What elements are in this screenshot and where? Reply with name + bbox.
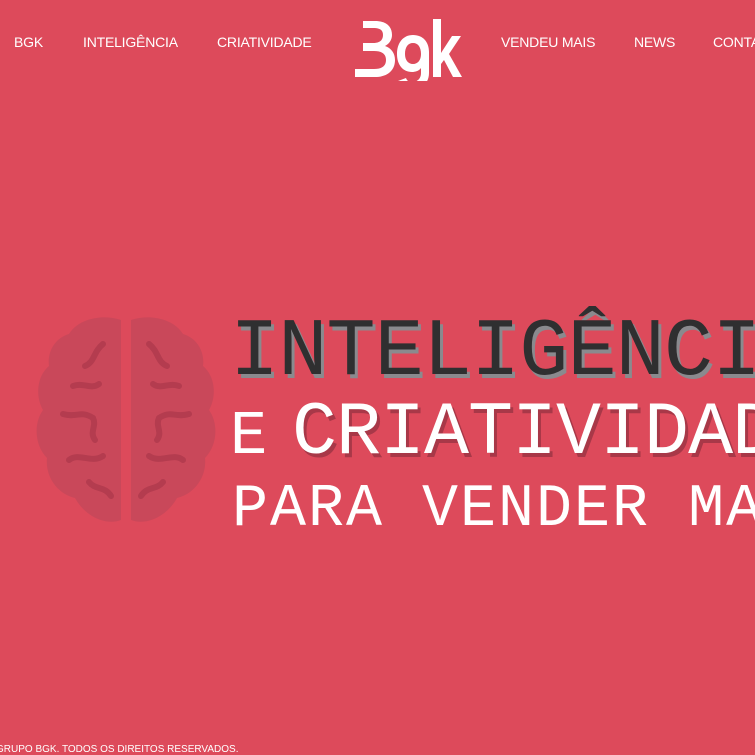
headline-line-e: E <box>230 401 268 472</box>
headline-line-para-vender-mais: PARA VENDER MAIS <box>232 476 755 544</box>
nav-link-bgk[interactable]: BGK <box>14 34 43 50</box>
landing-page: BGK INTELIGÊNCIA CRIATIVIDADE VENDEU MAI… <box>0 0 755 755</box>
nav-link-inteligencia[interactable]: INTELIGÊNCIA <box>83 34 178 50</box>
nav-link-vendeu-mais[interactable]: VENDEU MAIS <box>501 34 595 50</box>
nav-link-criatividade[interactable]: CRIATIVIDADE <box>217 34 312 50</box>
nav-link-news[interactable]: NEWS <box>634 34 675 50</box>
nav-link-contato[interactable]: CONTATO <box>713 34 755 50</box>
headline-line-criatividade: CRIATIVIDADE <box>292 391 755 476</box>
brain-icon <box>36 317 216 522</box>
headline-line-inteligencia: INTELIGÊNCIA <box>230 306 755 399</box>
bgk-logo[interactable] <box>351 15 463 81</box>
footer-copyright: GRUPO BGK. TODOS OS DIREITOS RESERVADOS. <box>0 744 239 755</box>
